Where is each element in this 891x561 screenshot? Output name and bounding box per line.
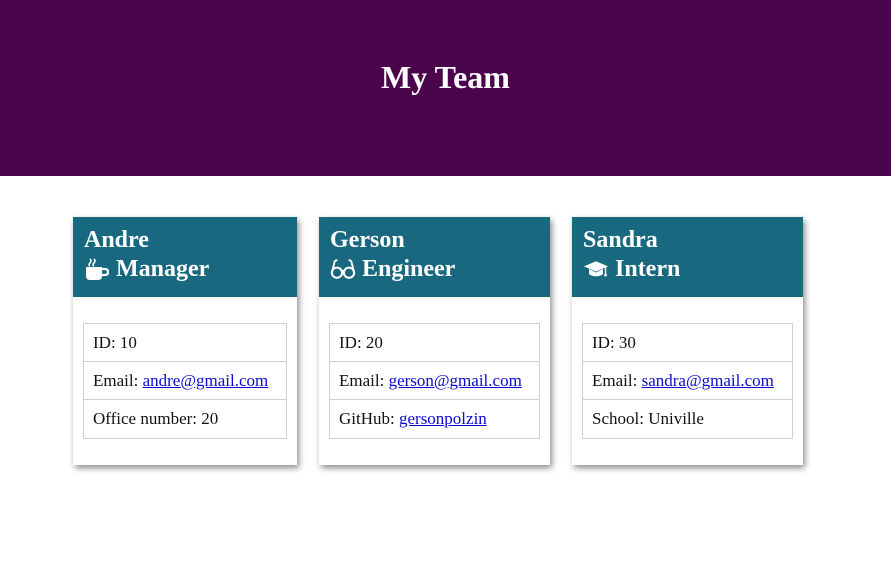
email-link[interactable]: gerson@gmail.com: [389, 371, 522, 390]
email-link[interactable]: sandra@gmail.com: [642, 371, 774, 390]
email-row: Email: gerson@gmail.com: [330, 362, 539, 400]
card-header: Sandra Intern: [572, 217, 803, 297]
employee-role: Manager: [84, 254, 286, 284]
id-row: ID: 30: [583, 324, 792, 362]
employee-role: Engineer: [330, 254, 539, 284]
id-label: ID:: [93, 333, 120, 352]
coffee-icon: [84, 256, 110, 282]
info-list: ID: 30 Email: sandra@gmail.com School: U…: [582, 323, 793, 439]
id-value: 10: [119, 333, 137, 352]
id-label: ID:: [592, 333, 619, 352]
email-row: Email: sandra@gmail.com: [583, 362, 792, 400]
github-link[interactable]: gersonpolzin: [399, 409, 487, 428]
role-label: Engineer: [362, 256, 456, 282]
role-label: Manager: [116, 256, 210, 282]
github-label: GitHub:: [339, 409, 399, 428]
employee-card-intern: Sandra Intern ID: 30 Email: sandra@gmail…: [572, 217, 803, 465]
email-label: Email:: [339, 371, 389, 390]
id-label: ID:: [339, 333, 366, 352]
employee-card-manager: Andre Manager ID: 10 Email: andre@gmail.…: [73, 217, 297, 465]
email-label: Email:: [592, 371, 642, 390]
card-body: ID: 30 Email: sandra@gmail.com School: U…: [572, 297, 803, 439]
page-title: My Team: [381, 58, 510, 95]
info-list: ID: 20 Email: gerson@gmail.com GitHub: g…: [329, 323, 540, 439]
school-label: School:: [592, 409, 649, 428]
id-row: ID: 10: [84, 324, 286, 362]
office-number-label: Office number:: [93, 409, 202, 428]
school-row: School: Univille: [583, 400, 792, 438]
glasses-icon: [330, 256, 356, 282]
info-list: ID: 10 Email: andre@gmail.com Office num…: [83, 323, 287, 439]
id-value: 30: [618, 333, 636, 352]
employee-name: Sandra: [583, 227, 658, 253]
employee-role: Intern: [583, 254, 792, 284]
office-number-row: Office number: 20: [84, 400, 286, 438]
employee-name: Andre: [84, 227, 149, 253]
card-header: Gerson Engineer: [319, 217, 550, 297]
employee-card-engineer: Gerson Engineer ID: 20 Email: gerson@gma…: [319, 217, 550, 465]
office-number-value: 20: [201, 409, 219, 428]
id-row: ID: 20: [330, 324, 539, 362]
page-header: My Team: [0, 0, 891, 176]
email-row: Email: andre@gmail.com: [84, 362, 286, 400]
email-label: Email:: [93, 371, 143, 390]
github-row: GitHub: gersonpolzin: [330, 400, 539, 438]
card-body: ID: 10 Email: andre@gmail.com Office num…: [73, 297, 297, 439]
id-value: 20: [365, 333, 383, 352]
card-header: Andre Manager: [73, 217, 297, 297]
employee-name: Gerson: [330, 227, 405, 253]
graduation-cap-icon: [583, 256, 609, 282]
card-body: ID: 20 Email: gerson@gmail.com GitHub: g…: [319, 297, 550, 439]
school-value: Univille: [648, 409, 704, 428]
role-label: Intern: [615, 256, 681, 282]
email-link[interactable]: andre@gmail.com: [143, 371, 269, 390]
